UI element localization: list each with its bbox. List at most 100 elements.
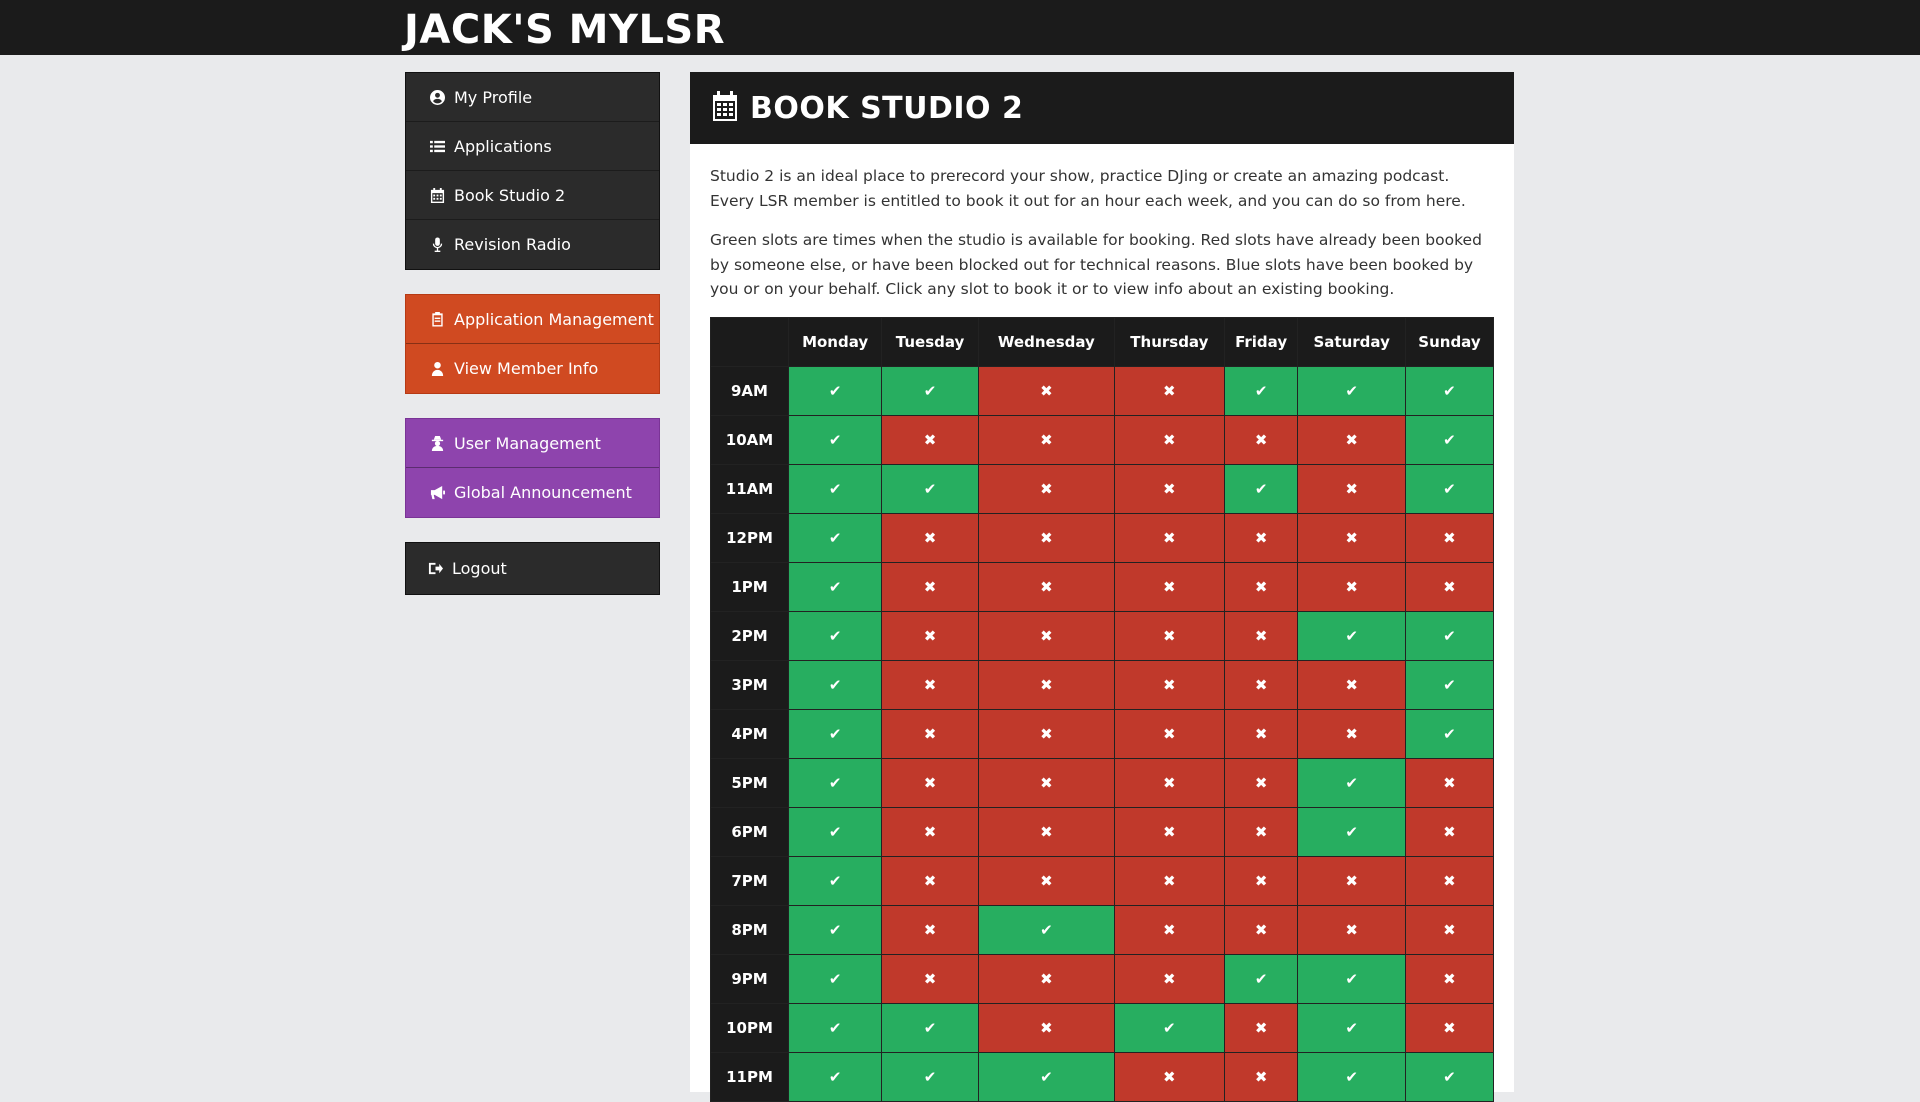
slot-booked[interactable]: ✖ (977, 659, 1115, 710)
slot-available[interactable]: ✔ (787, 1051, 883, 1102)
slot-available[interactable]: ✔ (787, 708, 883, 759)
slot-available[interactable]: ✔ (1404, 365, 1495, 416)
slot-booked[interactable]: ✖ (1223, 561, 1299, 612)
slot-available[interactable]: ✔ (787, 463, 883, 514)
slot-booked[interactable]: ✖ (977, 855, 1115, 906)
slot-booked[interactable]: ✖ (1223, 855, 1299, 906)
slot-booked[interactable]: ✖ (1404, 757, 1495, 808)
slot-booked[interactable]: ✖ (1297, 512, 1406, 563)
slot-available[interactable]: ✔ (787, 757, 883, 808)
slot-available[interactable]: ✔ (1404, 1051, 1495, 1102)
slot-booked[interactable]: ✖ (1297, 414, 1406, 465)
slot-booked[interactable]: ✖ (881, 561, 979, 612)
slot-booked[interactable]: ✖ (977, 512, 1115, 563)
slot-booked[interactable]: ✖ (977, 757, 1115, 808)
slot-booked[interactable]: ✖ (977, 561, 1115, 612)
slot-booked[interactable]: ✖ (1223, 757, 1299, 808)
slot-booked[interactable]: ✖ (1297, 708, 1406, 759)
slot-booked[interactable]: ✖ (977, 463, 1115, 514)
slot-booked[interactable]: ✖ (1223, 512, 1299, 563)
slot-booked[interactable]: ✖ (1404, 1002, 1495, 1053)
slot-available[interactable]: ✔ (1404, 610, 1495, 661)
slot-available[interactable]: ✔ (1113, 1002, 1225, 1053)
slot-available[interactable]: ✔ (787, 904, 883, 955)
slot-booked[interactable]: ✖ (977, 365, 1115, 416)
slot-available[interactable]: ✔ (1223, 463, 1299, 514)
slot-booked[interactable]: ✖ (881, 855, 979, 906)
slot-booked[interactable]: ✖ (1113, 1051, 1225, 1102)
slot-booked[interactable]: ✖ (881, 610, 979, 661)
slot-available[interactable]: ✔ (1297, 610, 1406, 661)
sidebar-item-application-management[interactable]: Application Management (406, 295, 659, 344)
slot-available[interactable]: ✔ (881, 1051, 979, 1102)
slot-available[interactable]: ✔ (1404, 463, 1495, 514)
slot-booked[interactable]: ✖ (1404, 806, 1495, 857)
slot-available[interactable]: ✔ (1297, 757, 1406, 808)
slot-available[interactable]: ✔ (787, 414, 883, 465)
slot-booked[interactable]: ✖ (881, 414, 979, 465)
slot-booked[interactable]: ✖ (881, 904, 979, 955)
slot-booked[interactable]: ✖ (1297, 659, 1406, 710)
slot-available[interactable]: ✔ (1223, 365, 1299, 416)
slot-booked[interactable]: ✖ (1404, 512, 1495, 563)
sidebar-item-view-member-info[interactable]: View Member Info (406, 344, 659, 393)
sidebar-item-my-profile[interactable]: My Profile (406, 73, 659, 122)
slot-booked[interactable]: ✖ (1404, 953, 1495, 1004)
slot-available[interactable]: ✔ (787, 561, 883, 612)
slot-booked[interactable]: ✖ (1223, 1002, 1299, 1053)
sidebar-item-global-announcement[interactable]: Global Announcement (406, 468, 659, 517)
slot-available[interactable]: ✔ (881, 463, 979, 514)
slot-booked[interactable]: ✖ (1297, 855, 1406, 906)
slot-booked[interactable]: ✖ (977, 953, 1115, 1004)
slot-available[interactable]: ✔ (787, 806, 883, 857)
slot-available[interactable]: ✔ (787, 953, 883, 1004)
slot-booked[interactable]: ✖ (977, 806, 1115, 857)
slot-booked[interactable]: ✖ (1113, 953, 1225, 1004)
slot-booked[interactable]: ✖ (977, 610, 1115, 661)
slot-booked[interactable]: ✖ (881, 708, 979, 759)
slot-available[interactable]: ✔ (1223, 953, 1299, 1004)
slot-booked[interactable]: ✖ (1223, 1051, 1299, 1102)
slot-booked[interactable]: ✖ (881, 512, 979, 563)
slot-booked[interactable]: ✖ (1223, 414, 1299, 465)
slot-available[interactable]: ✔ (1297, 806, 1406, 857)
sidebar-item-revision-radio[interactable]: Revision Radio (406, 220, 659, 269)
slot-booked[interactable]: ✖ (881, 757, 979, 808)
slot-available[interactable]: ✔ (1404, 708, 1495, 759)
slot-booked[interactable]: ✖ (1223, 610, 1299, 661)
slot-available[interactable]: ✔ (787, 855, 883, 906)
slot-available[interactable]: ✔ (1297, 1051, 1406, 1102)
slot-available[interactable]: ✔ (787, 610, 883, 661)
sidebar-item-book-studio-2[interactable]: Book Studio 2 (406, 171, 659, 220)
slot-booked[interactable]: ✖ (881, 659, 979, 710)
slot-booked[interactable]: ✖ (1223, 708, 1299, 759)
slot-booked[interactable]: ✖ (1113, 561, 1225, 612)
slot-booked[interactable]: ✖ (1113, 855, 1225, 906)
slot-booked[interactable]: ✖ (1113, 659, 1225, 710)
slot-booked[interactable]: ✖ (1223, 659, 1299, 710)
slot-available[interactable]: ✔ (977, 1051, 1115, 1102)
sidebar-item-logout[interactable]: Logout (406, 543, 659, 594)
slot-booked[interactable]: ✖ (1297, 561, 1406, 612)
slot-available[interactable]: ✔ (787, 512, 883, 563)
slot-available[interactable]: ✔ (1404, 659, 1495, 710)
slot-booked[interactable]: ✖ (1113, 365, 1225, 416)
slot-booked[interactable]: ✖ (1297, 904, 1406, 955)
slot-booked[interactable]: ✖ (977, 708, 1115, 759)
slot-booked[interactable]: ✖ (1297, 463, 1406, 514)
slot-booked[interactable]: ✖ (977, 414, 1115, 465)
slot-available[interactable]: ✔ (977, 904, 1115, 955)
slot-booked[interactable]: ✖ (1113, 610, 1225, 661)
slot-booked[interactable]: ✖ (1113, 512, 1225, 563)
brand-logo[interactable]: JACK'S MYLSR (404, 6, 725, 54)
slot-booked[interactable]: ✖ (1223, 806, 1299, 857)
slot-booked[interactable]: ✖ (881, 806, 979, 857)
slot-booked[interactable]: ✖ (1404, 561, 1495, 612)
slot-booked[interactable]: ✖ (1113, 463, 1225, 514)
slot-available[interactable]: ✔ (787, 365, 883, 416)
slot-available[interactable]: ✔ (1297, 365, 1406, 416)
slot-booked[interactable]: ✖ (1113, 414, 1225, 465)
slot-available[interactable]: ✔ (787, 659, 883, 710)
slot-booked[interactable]: ✖ (1223, 904, 1299, 955)
slot-booked[interactable]: ✖ (1404, 904, 1495, 955)
